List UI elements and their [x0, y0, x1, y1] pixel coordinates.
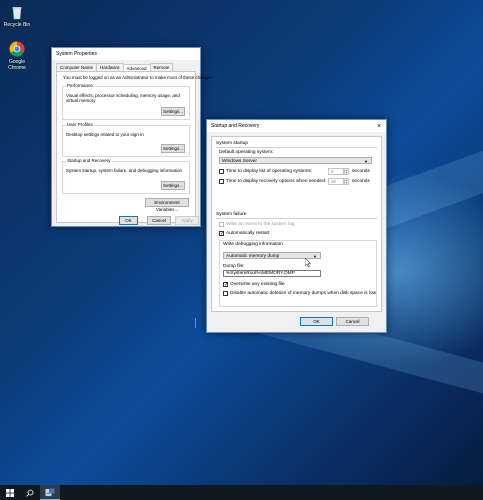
user-profiles-settings-button[interactable]: Settings... [161, 144, 185, 153]
time-list-label: Time to display list of operating system… [226, 169, 313, 174]
overwrite-checkbox[interactable]: ✓ [223, 282, 228, 288]
user-profiles-title: User Profiles [66, 122, 94, 127]
environment-variables-button[interactable]: Environment Variables... [145, 198, 189, 212]
close-icon[interactable]: × [372, 120, 386, 132]
overwrite-label: Overwrite any existing file [230, 282, 285, 287]
system-startup-heading: System startup [216, 141, 248, 146]
server-manager-icon[interactable] [40, 485, 60, 500]
auto-restart-label: Automatically restart [226, 231, 270, 236]
cursor-resize-indicator [195, 318, 199, 328]
tab-computer-name[interactable]: Computer Name [56, 63, 98, 71]
system-failure-heading: System failure [216, 212, 247, 217]
separator [216, 147, 377, 148]
startup-recovery-desc: System startup, system failure, and debu… [66, 168, 183, 173]
disable-auto-delete-checkbox[interactable] [223, 291, 228, 296]
google-chrome-shortcut[interactable]: Google Chrome [0, 41, 34, 71]
window-title: System Properties [56, 51, 97, 57]
time-recovery-checkbox[interactable] [219, 179, 224, 184]
time-list-input[interactable]: 0 [328, 168, 344, 175]
dialog-body: System startup Default operating system:… [211, 136, 382, 312]
write-debug-label: Write debugging information [223, 242, 283, 247]
startup-recovery-title: Startup and Recovery [66, 158, 112, 163]
recycle-bin-shortcut[interactable]: Recycle Bin [0, 4, 34, 28]
dump-file-label: Dump file: [223, 264, 245, 269]
performance-group: Performance Visual effects, processor sc… [62, 83, 190, 120]
chrome-icon [9, 41, 25, 57]
startup-recovery-settings-button[interactable]: Settings... [161, 181, 185, 190]
performance-desc: Visual effects, processor scheduling, me… [66, 93, 180, 103]
recycle-bin-icon [9, 4, 25, 20]
time-recovery-seconds: seconds [352, 179, 370, 184]
separator [216, 218, 377, 219]
performance-settings-button[interactable]: Settings... [161, 107, 185, 116]
dialog-title: Startup and Recovery [211, 123, 260, 129]
dialog-cancel-button[interactable]: Cancel [336, 317, 369, 326]
time-list-checkbox[interactable] [219, 169, 224, 174]
default-os-select[interactable]: Windows Server ▼ [219, 157, 372, 164]
startup-recovery-titlebar[interactable]: Startup and Recovery × [207, 120, 386, 132]
write-event-label: Write an event to the system log [226, 222, 295, 227]
time-list-spinner[interactable]: ▲ ▼ [344, 168, 349, 175]
default-os-label: Default operating system: [219, 150, 274, 155]
apply-button[interactable]: Apply [175, 216, 199, 225]
time-recovery-spinner[interactable]: ▲ ▼ [344, 178, 349, 185]
debug-info-group: Write debugging information Automatic me… [219, 240, 377, 307]
chevron-down-icon: ▼ [364, 159, 368, 164]
advanced-tab-panel: You must be logged on as an Administrato… [56, 71, 214, 223]
recycle-bin-label: Recycle Bin [3, 22, 31, 28]
disable-auto-delete-label: Disable automatic deletion of memory dum… [230, 291, 377, 296]
user-profiles-desc: Desktop settings related to your sign-in [66, 132, 144, 137]
system-properties-window: System Properties Computer Name Hardware… [51, 47, 214, 227]
google-chrome-label: Google Chrome [8, 59, 26, 71]
startup-recovery-dialog: Startup and Recovery × System startup De… [206, 119, 387, 333]
auto-restart-checkbox[interactable]: ✓ [219, 231, 224, 237]
taskbar [0, 485, 483, 500]
search-icon[interactable] [20, 485, 40, 500]
admin-note: You must be logged on as an Administrato… [63, 75, 214, 80]
dialog-ok-button[interactable]: OK [300, 317, 333, 326]
default-os-value: Windows Server [222, 159, 257, 164]
tab-strip: Computer Name Hardware Advanced Remote [52, 60, 200, 72]
performance-title: Performance [66, 83, 94, 88]
dump-file-input[interactable]: %SystemRoot%\MEMORY.DMP [223, 270, 321, 277]
user-profiles-group: User Profiles Desktop settings related t… [62, 122, 190, 157]
cancel-button[interactable]: Cancel [147, 216, 171, 225]
chevron-down-icon: ▼ [313, 254, 317, 259]
ok-button[interactable]: OK [119, 216, 138, 225]
time-recovery-label: Time to display recovery options when ne… [226, 179, 327, 184]
tab-hardware[interactable]: Hardware [96, 63, 124, 71]
system-properties-titlebar[interactable]: System Properties [52, 48, 200, 60]
startup-recovery-group: Startup and Recovery System startup, sys… [62, 158, 190, 194]
tab-remote[interactable]: Remote [149, 63, 174, 71]
write-event-checkbox[interactable] [219, 222, 224, 227]
windows-logo-icon[interactable] [0, 485, 20, 500]
mouse-cursor-icon [304, 257, 312, 269]
time-recovery-input[interactable]: 30 [328, 178, 344, 185]
time-list-seconds: seconds [352, 169, 370, 174]
dump-type-value: Automatic memory dump [226, 254, 280, 259]
